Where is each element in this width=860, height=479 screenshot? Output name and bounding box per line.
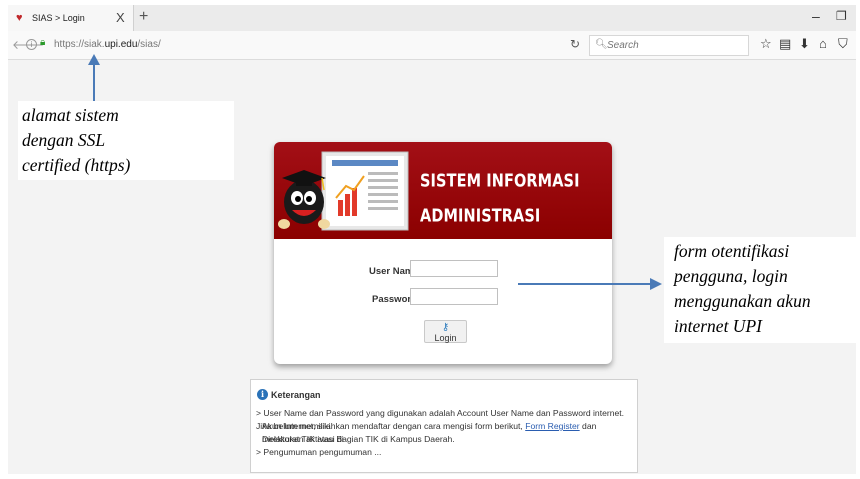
pocket-icon[interactable]: ⛉ [838,36,848,52]
form-register-link[interactable]: Form Register [525,421,579,431]
password-input[interactable] [410,288,498,305]
navigation-bar: 🡐 i 🔒︎ https://siak.upi.edu/sias/ ↻ 🔍︎ ☆… [8,31,856,60]
app-banner: SISTEM INFORMASI ADMINISTRASI PENGAJUAN … [274,142,612,262]
info-panel: i Keterangan > User Name dan Password ya… [250,379,638,473]
annotation-login-line4: internet UPI [674,316,762,336]
annotation-login-line3: menggunakan akun [674,291,811,311]
minimize-icon[interactable]: – [812,8,820,24]
info-line-3: Direktorat TIK atau Bagian TIK di Kampus… [262,434,455,444]
annotation-login-line1: form otentifikasi [674,241,790,261]
app-title-line1: SISTEM INFORMASI ADMINISTRASI [420,171,580,227]
annotation-https-line1: alamat sistem [22,105,119,125]
login-button[interactable]: ⚷ Login [424,320,467,343]
site-favicon-icon: ♥ [16,12,23,24]
tab-title: SIAS > Login [32,13,85,23]
url-domain: upi.edu [104,39,138,50]
lock-icon[interactable]: 🔒︎ [40,37,45,48]
browser-tab[interactable]: ♥ SIAS > Login X [8,5,134,31]
home-icon[interactable]: ⌂ [819,36,827,51]
annotation-arrow-right [518,278,662,290]
annotation-login-form: form otentifikasi pengguna, login menggu… [664,237,860,343]
tab-close-icon[interactable]: X [116,10,125,25]
url-prefix: https://siak. [54,39,105,50]
annotation-https-line3: certified (https) [22,155,131,175]
info-icon: i [257,389,268,400]
reading-list-icon[interactable]: ▤ [779,36,791,52]
app-title: SISTEM INFORMASI ADMINISTRASI PENGAJUAN … [420,164,612,269]
url-bar[interactable]: https://siak.upi.edu/sias/ [54,39,161,50]
bookmark-star-icon[interactable]: ☆ [760,36,772,52]
search-icon: 🔍︎ [595,39,608,50]
site-info-icon[interactable]: i [26,39,37,50]
info-title: Keterangan [271,390,321,400]
annotation-arrow-up [88,54,100,102]
download-icon[interactable]: ⬇ [799,36,810,52]
url-suffix: /sias/ [137,39,161,50]
restore-icon[interactable]: ❐ [836,9,847,23]
tab-bar: ♥ SIAS > Login X + – ❐ [8,5,856,31]
mascot-illustration [278,151,409,231]
search-box[interactable]: 🔍︎ [589,35,749,56]
login-card: SISTEM INFORMASI ADMINISTRASI PENGAJUAN … [274,142,612,364]
login-button-label: Login [434,333,457,343]
annotation-https-line2: dengan SSL [22,130,106,150]
reload-icon[interactable]: ↻ [570,37,580,51]
username-input[interactable] [410,260,498,277]
annotation-https: alamat sistem dengan SSL certified (http… [18,101,234,180]
search-input[interactable] [607,38,742,52]
annotation-login-line2: pengguna, login [674,266,788,286]
info-line-4: > Pengumuman pengumuman ... [256,447,382,457]
info-line-2-start: Akun Internet, silahkan mendaftar dengan… [262,421,526,431]
login-key-icon: ⚷ [441,322,450,333]
new-tab-icon[interactable]: + [139,8,148,26]
